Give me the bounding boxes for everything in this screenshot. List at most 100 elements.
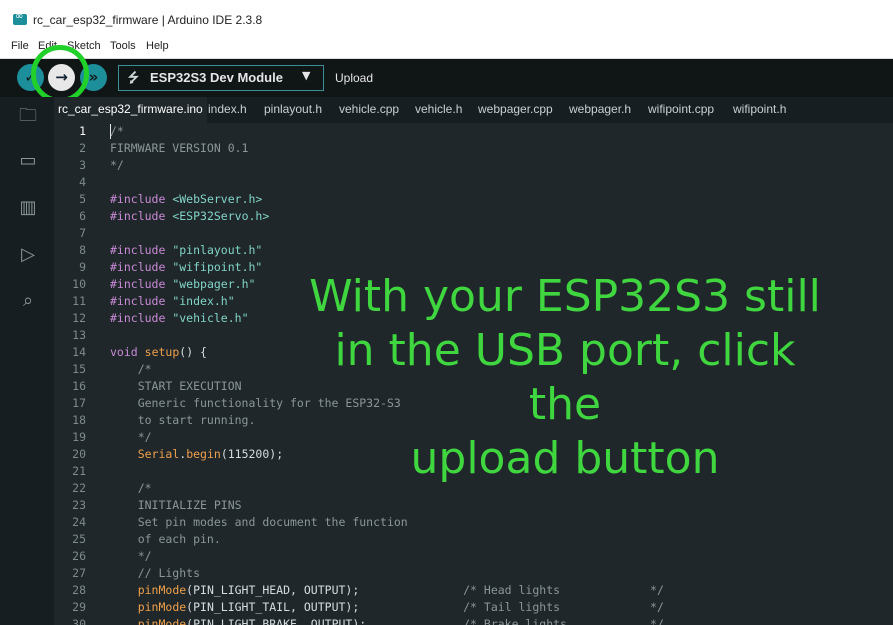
board-name: ESP32S3 Dev Module [150, 70, 283, 85]
debug-run-icon[interactable]: ▷ [16, 244, 40, 266]
tab-webpager-h[interactable]: webpager.h [565, 97, 635, 123]
code-line: 2 FIRMWARE VERSION 0.1 [54, 140, 893, 157]
menu-bar: File Edit Sketch Tools Help [0, 36, 893, 59]
code-token: setup [144, 345, 180, 359]
tab-pinlayout-h[interactable]: pinlayout.h [260, 97, 326, 123]
chevron-down-icon: ▼ [302, 69, 311, 82]
line-number: 4 [79, 175, 86, 189]
code-token: /* Brake lights */ [463, 617, 664, 625]
code-token: */ [110, 549, 152, 563]
code-text: FIRMWARE VERSION 0.1 [110, 140, 248, 157]
line-number: 8 [79, 243, 86, 257]
code-token: /* Head lights */ [463, 583, 664, 597]
tab-wifipoint-h[interactable]: wifipoint.h [729, 97, 790, 123]
line-number: 6 [79, 209, 86, 223]
code-text: pinMode(PIN_LIGHT_TAIL, OUTPUT); /* Tail… [110, 599, 664, 616]
line-number: 18 [72, 413, 86, 427]
line-number: 15 [72, 362, 86, 376]
code-text: of each pin. [110, 531, 221, 548]
tab-wifipoint-cpp[interactable]: wifipoint.cpp [644, 97, 718, 123]
code-token: /* [110, 362, 152, 376]
code-token: pinMode [137, 600, 187, 614]
line-number: 7 [79, 226, 86, 240]
code-text: #include "webpager.h" [110, 276, 255, 293]
boards-manager-icon[interactable]: ▭ [16, 150, 40, 172]
code-text: #include "wifipoint.h" [110, 259, 262, 276]
code-text: pinMode(PIN_LIGHT_BRAKE, OUTPUT); /* Bra… [110, 616, 664, 625]
tab-vehicle-h[interactable]: vehicle.h [411, 97, 466, 123]
line-number: 19 [72, 430, 86, 444]
text-cursor [110, 124, 111, 139]
code-line: 26 */ [54, 548, 893, 565]
code-token: (115200); [220, 447, 284, 461]
code-line: 27 // Lights [54, 565, 893, 582]
code-token: #include [110, 311, 166, 325]
line-number: 9 [79, 260, 86, 274]
line-number: 17 [72, 396, 86, 410]
code-text: /* [110, 361, 152, 378]
line-number: 25 [72, 532, 86, 546]
search-icon[interactable]: ⌕ [16, 290, 40, 312]
code-text: Set pin modes and document the function [110, 514, 408, 531]
title-bar: rc_car_esp32_firmware | Arduino IDE 2.3.… [0, 0, 893, 36]
code-line: 1 /* [54, 123, 893, 140]
line-number: 10 [72, 277, 86, 291]
menu-tools[interactable]: Tools [110, 40, 136, 52]
menu-help[interactable]: Help [146, 40, 169, 52]
code-line: 29 pinMode(PIN_LIGHT_TAIL, OUTPUT); /* T… [54, 599, 893, 616]
line-number: 30 [72, 617, 86, 625]
instruction-overlay: With your ESP32S3 still in the USB port,… [300, 270, 830, 486]
line-number: 24 [72, 515, 86, 529]
upload-tooltip: Upload [335, 71, 374, 85]
code-line: 5 #include <WebServer.h> [54, 191, 893, 208]
code-line: 8 #include "pinlayout.h" [54, 242, 893, 259]
code-token: () { [179, 345, 207, 359]
menu-file[interactable]: File [11, 40, 29, 52]
code-token: (PIN_LIGHT_TAIL, OUTPUT); [186, 600, 464, 614]
code-token: #include [110, 243, 166, 257]
debug-icon: » [88, 68, 99, 86]
code-token: <WebServer.h> [172, 192, 263, 206]
tab-index-h[interactable]: index.h [204, 97, 251, 123]
code-token: #include [110, 209, 166, 223]
code-token: pinMode [137, 617, 187, 625]
code-text: Serial.begin(115200); [110, 446, 283, 463]
code-token: #include [110, 294, 166, 308]
code-line: 25 of each pin. [54, 531, 893, 548]
code-token: (PIN_LIGHT_BRAKE, OUTPUT); [186, 617, 464, 625]
code-token: #include [110, 277, 166, 291]
code-text: /* [110, 480, 152, 497]
code-token: to start running. [110, 413, 256, 427]
line-number: 28 [72, 583, 86, 597]
code-token: <ESP32Servo.h> [172, 209, 270, 223]
code-token: Serial [137, 447, 180, 461]
tab-main-sketch[interactable]: rc_car_esp32_firmware.ino [54, 97, 207, 125]
upload-highlight-ring [31, 45, 89, 103]
instruction-line-2: in the USB port, click the [334, 325, 796, 430]
code-token: #include [110, 192, 166, 206]
code-line: 23 INITIALIZE PINS [54, 497, 893, 514]
tab-vehicle-cpp[interactable]: vehicle.cpp [335, 97, 403, 123]
line-number: 11 [72, 294, 86, 308]
code-token: "wifipoint.h" [172, 260, 263, 274]
instruction-line-1: With your ESP32S3 still [309, 271, 821, 322]
code-text: #include "index.h" [110, 293, 235, 310]
code-token: /* [110, 124, 124, 138]
code-text: */ [110, 429, 152, 446]
board-selector[interactable]: ⭍ ESP32S3 Dev Module ▼ [118, 65, 324, 91]
code-text: /* [110, 123, 124, 140]
code-line: 30 pinMode(PIN_LIGHT_BRAKE, OUTPUT); /* … [54, 616, 893, 625]
code-token: // Lights [110, 566, 201, 580]
sketchbook-icon[interactable]: 🗀 [16, 105, 40, 127]
line-number: 3 [79, 158, 86, 172]
line-number: 21 [72, 464, 86, 478]
code-token: #include [110, 260, 166, 274]
code-token: "pinlayout.h" [172, 243, 263, 257]
code-token: void [110, 345, 138, 359]
library-manager-icon[interactable]: ▥ [16, 197, 40, 219]
code-text: */ [110, 157, 124, 174]
tab-webpager-cpp[interactable]: webpager.cpp [474, 97, 557, 123]
line-number: 29 [72, 600, 86, 614]
